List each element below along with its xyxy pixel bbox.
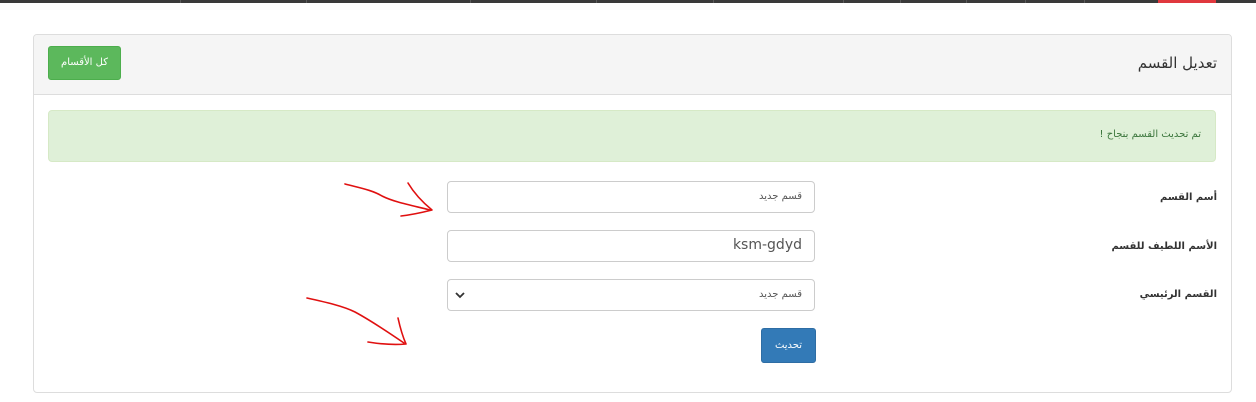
red-annotation-arrow-head bbox=[400, 182, 433, 217]
red-annotation-arrow bbox=[306, 297, 405, 344]
red-annotation-arrow bbox=[344, 183, 431, 211]
annotation-arrows bbox=[306, 182, 433, 346]
